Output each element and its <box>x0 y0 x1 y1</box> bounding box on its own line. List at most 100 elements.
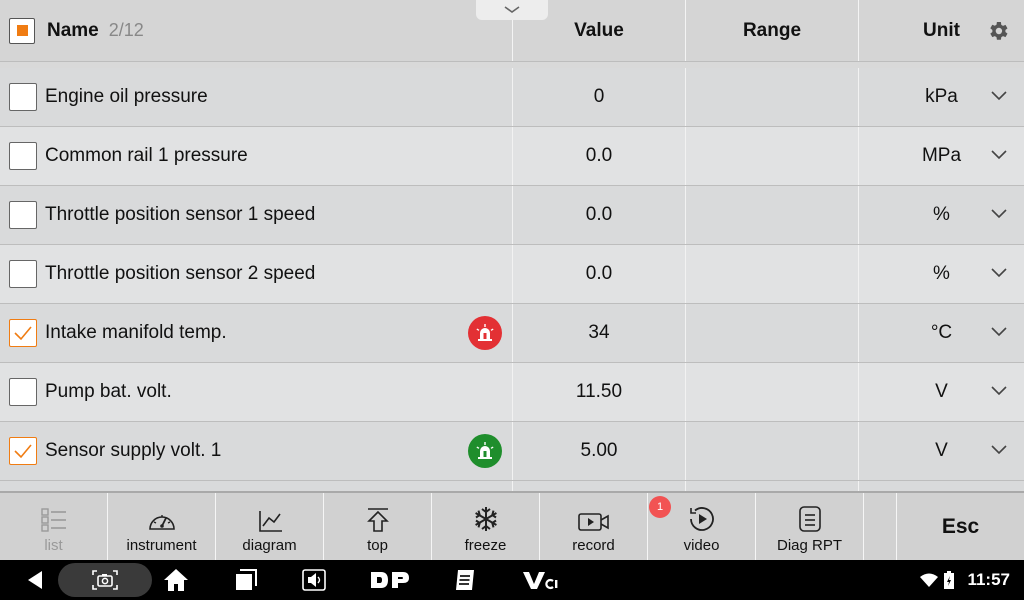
dp-app-button[interactable] <box>368 560 412 600</box>
top-label: top <box>367 537 388 554</box>
table-row[interactable]: Throttle position sensor 1 speed 0.0 % <box>0 186 1024 245</box>
row-value: 0.0 <box>513 186 686 244</box>
system-navigation-bar: 11:57 <box>0 560 1024 600</box>
row-name: Throttle position sensor 1 speed <box>45 204 316 225</box>
snowflake-icon <box>474 507 497 531</box>
unit-selector[interactable]: V <box>859 422 1024 480</box>
notes-app-button[interactable] <box>450 560 480 600</box>
diagram-button[interactable]: diagram <box>216 493 324 560</box>
row-value: 0.0 <box>513 245 686 303</box>
data-stream-list: Engine oil pressure 0 kPa Common rail 1 … <box>0 68 1024 493</box>
chevron-down-icon <box>991 386 1007 396</box>
pull-down-handle[interactable] <box>476 0 548 20</box>
list-icon <box>40 508 66 532</box>
screenshot-button[interactable] <box>88 560 122 600</box>
row-range <box>686 422 859 480</box>
freeze-button[interactable]: freeze <box>432 493 540 560</box>
checkmark-icon <box>14 444 32 459</box>
select-all-checkbox[interactable] <box>9 17 35 44</box>
unit-selector[interactable]: V <box>859 363 1024 421</box>
table-header: Name 2/12 Value Range Unit <box>0 0 1024 62</box>
row-range <box>686 68 859 126</box>
list-button[interactable]: list <box>0 493 108 560</box>
battery-indicator <box>942 560 956 600</box>
home-icon <box>164 569 188 591</box>
dp-logo-icon <box>371 572 409 588</box>
diag-rpt-button[interactable]: Diag RPT <box>756 493 864 560</box>
gear-icon[interactable] <box>986 19 1010 43</box>
header-name-column: Name 2/12 <box>0 0 513 61</box>
row-name: Throttle position sensor 2 speed <box>45 263 316 284</box>
row-unit: MPa <box>921 145 962 166</box>
camera-icon <box>92 570 118 590</box>
top-button[interactable]: top <box>324 493 432 560</box>
back-icon <box>28 571 42 589</box>
row-name: Engine oil pressure <box>45 86 208 107</box>
vci-app-button[interactable] <box>520 560 560 600</box>
instrument-button[interactable]: instrument <box>108 493 216 560</box>
row-range <box>686 363 859 421</box>
checkmark-icon <box>14 326 32 341</box>
row-checkbox[interactable] <box>9 83 37 111</box>
video-camera-icon <box>577 513 609 531</box>
selected-count: 2/12 <box>108 20 144 40</box>
recent-apps-button[interactable] <box>230 560 260 600</box>
header-name-label: Name <box>47 19 99 41</box>
table-row[interactable]: Intake manifold temp. 34 °C <box>0 304 1024 363</box>
row-name: Common rail 1 pressure <box>45 145 248 166</box>
play-circle-icon <box>689 507 714 531</box>
back-button[interactable] <box>20 560 50 600</box>
record-label: record <box>572 537 615 554</box>
notes-icon <box>456 570 474 590</box>
row-unit: % <box>933 204 950 225</box>
diagram-label: diagram <box>242 537 297 554</box>
alarm-light-icon[interactable] <box>468 434 502 468</box>
row-name: Intake manifold temp. <box>45 322 227 343</box>
video-button[interactable]: 1 video <box>648 493 756 560</box>
notification-badge: 1 <box>649 496 671 518</box>
row-checkbox[interactable] <box>9 201 37 229</box>
esc-button[interactable]: Esc <box>897 493 1024 560</box>
table-row[interactable]: Sensor supply volt. 1 5.00 V <box>0 422 1024 481</box>
row-unit: V <box>935 381 948 402</box>
freeze-label: freeze <box>464 537 507 554</box>
toolbar-spacer <box>864 493 897 560</box>
row-value: 11.50 <box>513 363 686 421</box>
row-checkbox[interactable] <box>9 260 37 288</box>
row-value: 0 <box>513 68 686 126</box>
recent-apps-icon <box>236 569 257 590</box>
home-button[interactable] <box>160 560 192 600</box>
chevron-down-icon <box>991 150 1007 160</box>
unit-selector[interactable]: MPa <box>859 127 1024 185</box>
header-unit-column: Unit <box>859 0 1024 61</box>
clock: 11:57 <box>967 570 1010 589</box>
chevron-down-icon <box>504 6 520 13</box>
list-label: list <box>44 537 63 554</box>
row-value: 5.00 <box>513 422 686 480</box>
table-row[interactable]: Pump bat. volt. 11.50 V <box>0 363 1024 422</box>
row-checkbox[interactable] <box>9 319 37 347</box>
row-checkbox[interactable] <box>9 437 37 465</box>
record-button[interactable]: record <box>540 493 648 560</box>
row-checkbox[interactable] <box>9 142 37 170</box>
row-name: Pump bat. volt. <box>45 381 172 402</box>
row-checkbox[interactable] <box>9 378 37 406</box>
unit-selector[interactable]: % <box>859 245 1024 303</box>
table-row[interactable]: Throttle position sensor 2 speed 0.0 % <box>0 245 1024 304</box>
vci-logo-icon <box>523 572 558 590</box>
wifi-icon <box>920 573 938 587</box>
header-unit-label: Unit <box>923 19 960 41</box>
row-unit: V <box>935 440 948 461</box>
table-row[interactable]: Common rail 1 pressure 0.0 MPa <box>0 127 1024 186</box>
unit-selector[interactable]: °C <box>859 304 1024 362</box>
row-unit: kPa <box>925 86 958 107</box>
row-name: Sensor supply volt. 1 <box>45 440 222 461</box>
table-row[interactable]: Engine oil pressure 0 kPa <box>0 68 1024 127</box>
unit-selector[interactable]: kPa <box>859 68 1024 126</box>
alarm-light-icon[interactable] <box>468 316 502 350</box>
row-range <box>686 186 859 244</box>
chevron-down-icon <box>991 91 1007 101</box>
bottom-toolbar: list instrument diagram top freeze recor… <box>0 491 1024 560</box>
volume-button[interactable] <box>298 560 330 600</box>
unit-selector[interactable]: % <box>859 186 1024 244</box>
